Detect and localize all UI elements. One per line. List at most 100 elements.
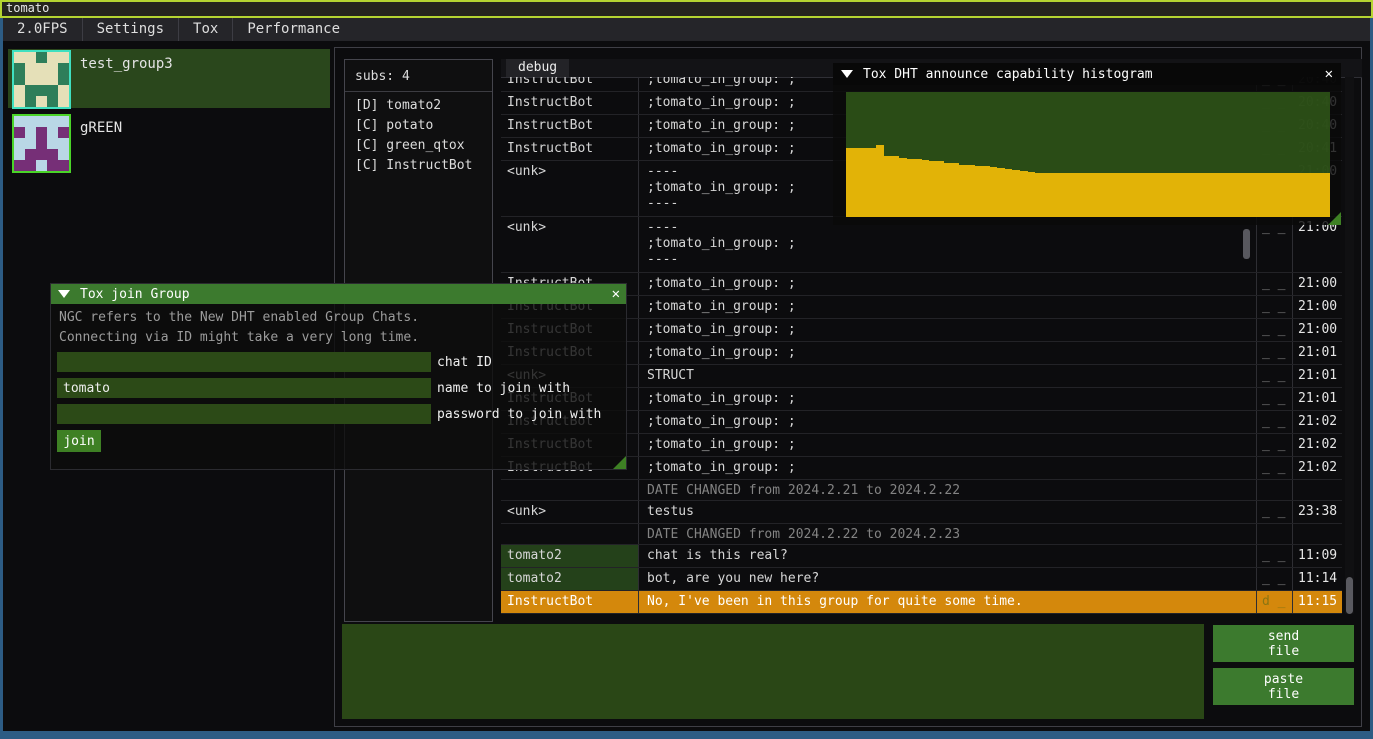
histogram-bar	[869, 148, 877, 217]
message-row: InstructBotNo, I've been in this group f…	[501, 591, 1342, 614]
tab-debug[interactable]: debug	[506, 59, 569, 77]
histogram-bar	[861, 148, 869, 217]
message-row: InstructBot;tomato_in_group: ;_ _21:02	[501, 411, 1342, 434]
member-item[interactable]: [C] potato	[345, 116, 492, 136]
menu-item-2-0fps[interactable]: 2.0FPS	[3, 18, 82, 41]
join-dialog-title: Tox join Group	[80, 287, 190, 302]
histogram-bar	[959, 165, 967, 218]
histogram-bar	[952, 163, 960, 217]
histogram-bar	[1080, 173, 1088, 217]
menu-item-settings[interactable]: Settings	[83, 18, 178, 41]
paste-file-button[interactable]: pastefile	[1213, 668, 1354, 705]
histogram-bar	[1126, 173, 1134, 217]
message-status: _ _	[1257, 217, 1293, 272]
message-timestamp	[1293, 480, 1341, 500]
chat-scrollbar[interactable]	[1345, 77, 1354, 614]
close-icon[interactable]: ✕	[1325, 66, 1333, 82]
histogram-bar	[854, 148, 862, 217]
join-field-name-to-join-with[interactable]	[57, 378, 431, 398]
join-dialog-titlebar[interactable]: Tox join Group ✕	[51, 284, 626, 304]
message-cell-scrollbar[interactable]	[1243, 229, 1250, 259]
histogram-bar	[1043, 173, 1051, 217]
histogram-bar	[982, 166, 990, 217]
avatar-pixel	[47, 149, 58, 160]
histogram-bar	[876, 145, 884, 217]
message-text: ;tomato_in_group: ;	[639, 388, 1257, 410]
histogram-bar	[1315, 173, 1323, 217]
message-text: DATE CHANGED from 2024.2.22 to 2024.2.23	[639, 524, 1257, 544]
join-button[interactable]: join	[57, 430, 101, 452]
message-text: ;tomato_in_group: ;	[639, 411, 1257, 433]
histogram-bar	[1028, 172, 1036, 217]
histogram-bar	[1035, 173, 1043, 217]
menu-item-tox[interactable]: Tox	[179, 18, 232, 41]
histogram-window: Tox DHT announce capability histogram ✕	[833, 63, 1341, 225]
message-text: ;tomato_in_group: ;	[639, 296, 1257, 318]
message-status: _ _	[1257, 365, 1293, 387]
message-text: ----;tomato_in_group: ;----	[639, 217, 1257, 272]
message-status: d _	[1257, 591, 1293, 613]
histogram-bar	[1103, 173, 1111, 217]
join-dialog-description-line1: NGC refers to the New DHT enabled Group …	[59, 310, 419, 325]
histogram-bar	[1262, 173, 1270, 217]
avatar-pixel	[58, 160, 69, 171]
message-text: ;tomato_in_group: ;	[639, 434, 1257, 456]
message-row: InstructBot;tomato_in_group: ;_ _21:00	[501, 319, 1342, 342]
message-row: DATE CHANGED from 2024.2.22 to 2024.2.23	[501, 524, 1342, 545]
message-text: ;tomato_in_group: ;	[639, 342, 1257, 364]
resize-grip[interactable]	[1328, 212, 1341, 225]
histogram-bar	[929, 161, 937, 217]
message-text: STRUCT	[639, 365, 1257, 387]
histogram-bar	[944, 163, 952, 217]
avatar-pixel	[14, 116, 25, 127]
menu-bar: 2.0FPSSettingsToxPerformance	[3, 18, 1370, 41]
avatar-pixel	[36, 160, 47, 171]
chat-scrollbar-thumb[interactable]	[1346, 577, 1353, 614]
collapse-arrow-icon[interactable]	[58, 290, 70, 298]
message-timestamp: 21:02	[1293, 411, 1341, 433]
avatar-pixel	[25, 138, 36, 149]
histogram-bar	[967, 165, 975, 217]
message-timestamp: 11:15	[1293, 591, 1341, 613]
histogram-bar	[937, 161, 945, 217]
histogram-bar	[1292, 173, 1300, 217]
join-field-chat-id[interactable]	[57, 352, 431, 372]
message-text: testus	[639, 501, 1257, 523]
histogram-bar	[1118, 173, 1126, 217]
resize-grip[interactable]	[613, 456, 626, 469]
avatar-pixel	[58, 138, 69, 149]
avatar-pixel	[47, 85, 58, 96]
message-sender	[501, 524, 639, 544]
join-field-password-to-join-with[interactable]	[57, 404, 431, 424]
member-item[interactable]: [D] tomato2	[345, 96, 492, 116]
member-item[interactable]: [C] InstructBot	[345, 156, 492, 176]
histogram-bar	[1285, 173, 1293, 217]
histogram-bar	[1277, 173, 1285, 217]
group-item-test_group3[interactable]: test_group3	[8, 49, 330, 108]
avatar-pixel	[25, 96, 36, 107]
message-timestamp: 21:01	[1293, 342, 1341, 364]
histogram-bar	[1201, 173, 1209, 217]
message-status: _ _	[1257, 273, 1293, 295]
histogram-bar	[914, 159, 922, 217]
message-sender: <unk>	[501, 501, 639, 523]
collapse-arrow-icon[interactable]	[841, 70, 853, 78]
message-sender: InstructBot	[501, 138, 639, 160]
group-item-gREEN[interactable]: gREEN	[8, 113, 330, 172]
member-item[interactable]: [C] green_qtox	[345, 136, 492, 156]
menu-item-performance[interactable]: Performance	[233, 18, 354, 41]
message-row: InstructBot;tomato_in_group: ;_ _21:01	[501, 388, 1342, 411]
window-titlebar[interactable]: tomato	[0, 0, 1373, 18]
histogram-bar	[1050, 173, 1058, 217]
members-count: subs: 4	[345, 60, 492, 84]
message-input[interactable]	[342, 624, 1204, 719]
close-icon[interactable]: ✕	[612, 286, 620, 302]
avatar-pixel	[14, 52, 25, 63]
message-timestamp: 21:00	[1293, 296, 1341, 318]
send-file-button[interactable]: sendfile	[1213, 625, 1354, 662]
avatar-pixel	[47, 116, 58, 127]
avatar-pixel	[58, 85, 69, 96]
histogram-bar	[1156, 173, 1164, 217]
histogram-titlebar[interactable]: Tox DHT announce capability histogram ✕	[833, 63, 1341, 85]
histogram-bar	[922, 160, 930, 217]
